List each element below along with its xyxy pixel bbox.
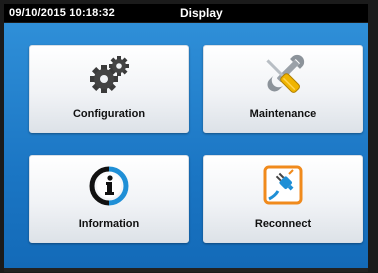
maintenance-label: Maintenance	[249, 108, 317, 120]
status-bar: 09/10/2015 10:18:32 Display	[4, 4, 368, 22]
gears-icon	[90, 56, 129, 93]
page-title: Display	[180, 6, 223, 20]
maintenance-button[interactable]: Maintenance	[203, 45, 363, 133]
plug-icon	[263, 165, 303, 205]
menu-panel: Configuration Maintenance Information Re…	[4, 23, 368, 268]
bottom-edge	[4, 268, 368, 272]
datetime-readout: 09/10/2015 10:18:32	[9, 7, 115, 19]
display-screen: 09/10/2015 10:18:32 Display Configuratio…	[4, 4, 368, 272]
reconnect-label: Reconnect	[254, 218, 312, 230]
info-icon	[89, 166, 129, 206]
wrench-screwdriver-icon	[266, 54, 305, 93]
information-label: Information	[78, 218, 140, 230]
information-button[interactable]: Information	[29, 155, 189, 243]
configuration-button[interactable]: Configuration	[29, 45, 189, 133]
configuration-label: Configuration	[72, 108, 146, 120]
reconnect-button[interactable]: Reconnect	[203, 155, 363, 243]
